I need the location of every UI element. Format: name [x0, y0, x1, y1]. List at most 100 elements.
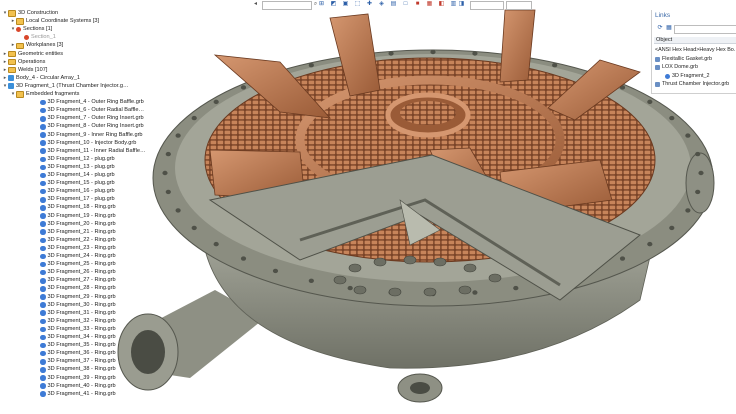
- fragment-item[interactable]: 3D Fragment_36 - Ring.grb: [34, 350, 116, 357]
- toolbar-tool-icon[interactable]: ◧: [438, 1, 445, 8]
- toolbar-tool-icon[interactable]: ▦: [426, 1, 433, 8]
- tree-item-label: 3D Fragment_19 - Ring.grb: [47, 212, 116, 219]
- toolbar-tool-icon[interactable]: □: [402, 1, 409, 8]
- inner-bolt-hole: [488, 273, 502, 283]
- fragment-item[interactable]: 3D Fragment_26 - Ring.grb: [34, 269, 116, 276]
- fragment-item[interactable]: 3D Fragment_11 - Inner Radial Baffle…: [34, 148, 146, 155]
- bolt-hole: [552, 62, 558, 68]
- inner-bolt-hole: [458, 285, 472, 295]
- toolbar-tool-icon[interactable]: ▥: [450, 1, 457, 8]
- fragment-item[interactable]: 3D Fragment_19 - Ring.grb: [34, 213, 116, 220]
- toolbar-tool-icon[interactable]: ■: [414, 1, 421, 8]
- fragment-item[interactable]: 3D Fragment_33 - Ring.grb: [34, 326, 116, 333]
- bolt-hole: [191, 115, 197, 121]
- toolbar-tool-icon[interactable]: ▤: [390, 1, 397, 8]
- toolbar-tool-icon[interactable]: ✚: [366, 1, 373, 8]
- link-row-label: Thrust Chamber Injector.grb: [662, 81, 730, 87]
- fragment-item[interactable]: 3D Fragment_25 - Ring.grb: [34, 261, 116, 268]
- fragment-item[interactable]: 3D Fragment_40 - Ring.grb: [34, 383, 116, 390]
- tree-item[interactable]: ▾ Sections [1]: [10, 26, 52, 33]
- link-row[interactable]: Thrust Chamber Injector.grb: [655, 81, 735, 88]
- toolbar-tool-icon[interactable]: ◈: [378, 1, 385, 8]
- fragment-item[interactable]: 3D Fragment_10 - Injector Body.grb: [34, 140, 136, 147]
- fragment-item[interactable]: 3D Fragment_14 - plug.grb: [34, 172, 115, 179]
- toolbar-tool-icon[interactable]: ⊞: [318, 1, 325, 8]
- tree-item[interactable]: ▾ 3D Construction: [2, 10, 58, 17]
- links-search-input[interactable]: [674, 25, 736, 34]
- link-grid-icon[interactable]: ▦: [664, 25, 674, 32]
- link-row[interactable]: 3D Fragment_2: [665, 73, 735, 80]
- toolbar-tool-icon[interactable]: ⬚: [354, 1, 361, 8]
- fragment-item[interactable]: 3D Fragment_35 - Ring.grb: [34, 342, 116, 349]
- fragment-item[interactable]: 3D Fragment_30 - Ring.grb: [34, 302, 116, 309]
- tree-item[interactable]: ▸ Welds [107]: [2, 67, 47, 74]
- bolt-hole: [191, 225, 197, 231]
- link-row[interactable]: <ANSI Hex Head>Heavy Hex Bo…: [655, 47, 735, 54]
- document-icon: [655, 56, 660, 62]
- fragment-item[interactable]: 3D Fragment_20 - Ring.grb: [34, 221, 116, 228]
- fragment-item[interactable]: 3D Fragment_37 - Ring.grb: [34, 358, 116, 365]
- fragment-item[interactable]: 3D Fragment_28 - Ring.grb: [34, 285, 116, 292]
- link-row[interactable]: Flexitallic Gasket.grb: [655, 56, 735, 63]
- link-row[interactable]: LOX Dome.grb: [655, 64, 735, 71]
- fragment-item[interactable]: 3D Fragment_34 - Ring.grb: [34, 334, 116, 341]
- folder-icon: [16, 91, 24, 98]
- fragment-item[interactable]: 3D Fragment_38 - Ring.grb: [34, 366, 116, 373]
- bolt-hole: [472, 290, 478, 295]
- toolbar-tool-icon[interactable]: ◨: [458, 1, 465, 8]
- fragment-item[interactable]: 3D Fragment_32 - Ring.grb: [34, 318, 116, 325]
- bolt-hole: [388, 51, 394, 56]
- frag-icon: [40, 278, 46, 284]
- fragment-item[interactable]: 3D Fragment_39 - Ring.grb: [34, 375, 116, 382]
- bolt-hole: [619, 256, 626, 261]
- toolbar-tool-icon[interactable]: ▣: [342, 1, 349, 8]
- view-dropdown[interactable]: [470, 1, 504, 10]
- fragment-item[interactable]: 3D Fragment_16 - plug.grb: [34, 188, 115, 195]
- fragment-item[interactable]: 3D Fragment_12 - plug.grb: [34, 156, 115, 163]
- bolt-hole: [165, 189, 171, 195]
- frag-icon: [40, 180, 46, 187]
- fragment-item[interactable]: 3D Fragment_6 - Outer Radial Baffle…: [34, 107, 144, 114]
- inner-bolt-hole: [403, 255, 417, 265]
- frag-icon: [40, 318, 46, 325]
- fragment-item[interactable]: 3D Fragment_13 - plug.grb: [34, 164, 115, 171]
- tree-item-label: 3D Fragment_14 - plug.grb: [47, 172, 115, 178]
- tree-item[interactable]: ▸ Operations: [2, 59, 45, 66]
- fragment-item[interactable]: 3D Fragment_4 - Outer Ring Baffle.grb: [34, 99, 144, 106]
- fragment-item[interactable]: 3D Fragment_8 - Outer Ring Insert.grb: [34, 123, 144, 130]
- fragment-item[interactable]: 3D Fragment_21 - Ring.grb: [34, 229, 116, 236]
- fragment-item[interactable]: 3D Fragment_41 - Ring.grb: [34, 391, 116, 398]
- fragment-item[interactable]: 3D Fragment_27 - Ring.grb: [34, 277, 116, 284]
- tree-item[interactable]: ▸ Local Coordinate Systems [3]: [10, 18, 99, 25]
- bolt-hole: [347, 285, 353, 291]
- fragment-item[interactable]: 3D Fragment_15 - plug.grb: [34, 180, 115, 187]
- zoom-dropdown[interactable]: [506, 1, 532, 10]
- tree-item[interactable]: ▸ Body_4 - Circular Array_1: [2, 75, 80, 82]
- tree-item[interactable]: ▾ Embedded fragments: [10, 91, 79, 98]
- fragment-item[interactable]: 3D Fragment_17 - plug.grb: [34, 196, 115, 203]
- bolt-hole: [695, 189, 701, 195]
- fragment-item[interactable]: 3D Fragment_22 - Ring.grb: [34, 237, 116, 244]
- bolt-hole: [240, 256, 247, 261]
- tree-item-label: 3D Fragment_27 - Ring.grb: [47, 277, 116, 284]
- model-tree[interactable]: ▾ 3D Construction ▸ Local Coordinate System…: [0, 10, 160, 414]
- tree-item[interactable]: Section_1: [18, 34, 56, 41]
- fragment-item[interactable]: 3D Fragment_9 - Inner Ring Baffle.grb: [34, 132, 143, 139]
- tree-item-label: 3D Fragment_20 - Ring.grb: [47, 220, 116, 227]
- tree-item[interactable]: ▸ Workplanes [3]: [10, 42, 63, 50]
- fragment-item[interactable]: 3D Fragment_7 - Outer Ring Insert.grb: [34, 115, 144, 122]
- fragment-item[interactable]: 3D Fragment_18 - Ring.grb: [34, 204, 116, 211]
- toolbar-tool-icon[interactable]: ◩: [330, 1, 337, 8]
- fragment-item[interactable]: 3D Fragment_29 - Ring.grb: [34, 294, 116, 301]
- nav-back-icon[interactable]: ◂: [252, 1, 259, 8]
- frag-icon: [40, 197, 46, 203]
- tree-item[interactable]: ▾ 3D Fragment_1 (Thrust Chamber Injector.…: [2, 83, 129, 90]
- frag-icon: [40, 237, 46, 244]
- fragment-item[interactable]: 3D Fragment_23 - Ring.grb: [34, 245, 116, 252]
- fragment-item[interactable]: 3D Fragment_24 - Ring.grb: [34, 253, 116, 260]
- tree-item-label: 3D Fragment_26 - Ring.grb: [47, 269, 116, 276]
- search-box[interactable]: [262, 1, 312, 10]
- fragment-item[interactable]: 3D Fragment_31 - Ring.grb: [34, 310, 116, 317]
- tree-item[interactable]: ▸ Geometric entities: [2, 51, 63, 58]
- bolt-hole: [685, 133, 691, 138]
